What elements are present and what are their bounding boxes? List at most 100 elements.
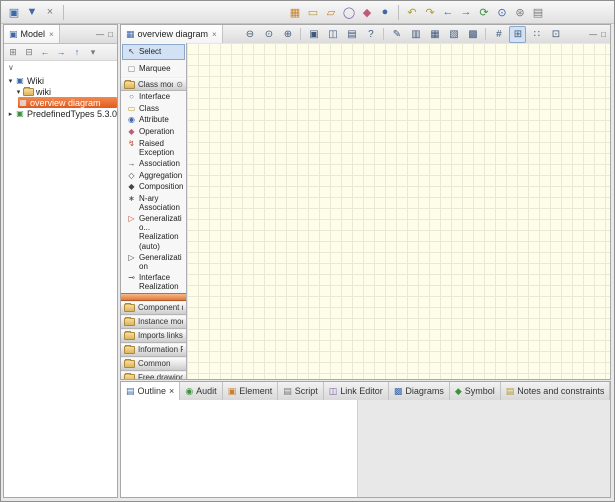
- palette-section-free-drawing[interactable]: Free drawing: [121, 371, 186, 379]
- tab-outline[interactable]: ▤ Outline ×: [121, 382, 180, 400]
- settings-icon[interactable]: ⊛: [511, 3, 529, 21]
- distribute-icon[interactable]: ▩: [464, 26, 481, 43]
- expander-icon[interactable]: ▸: [6, 110, 15, 118]
- navigate-forward-icon[interactable]: →: [457, 3, 475, 21]
- snap-to-grid-icon[interactable]: ⊞: [509, 26, 526, 43]
- delete-icon[interactable]: ×: [41, 3, 59, 21]
- palette-item-interface[interactable]: ○ Interface: [121, 91, 186, 103]
- palette-item-label: Class: [139, 104, 185, 113]
- maximize-icon[interactable]: □: [108, 30, 113, 39]
- show-grid-icon[interactable]: #: [490, 26, 507, 43]
- toolbar-separator: [398, 5, 399, 20]
- palette-item-composition[interactable]: ◆ Composition: [121, 181, 186, 193]
- palette-section-label: Common: [138, 359, 183, 368]
- tree-item-wiki-package[interactable]: ▾ wiki: [4, 86, 117, 97]
- tab-model[interactable]: ▣ Model ×: [4, 25, 60, 43]
- close-icon[interactable]: ×: [49, 30, 54, 39]
- show-guides-icon[interactable]: ∷: [528, 26, 545, 43]
- tree-item-overview-diagram[interactable]: ▦ overview diagram: [18, 97, 117, 108]
- palette-section-information-flow[interactable]: Information Flo...: [121, 343, 186, 357]
- outline-content[interactable]: [121, 400, 358, 497]
- search-icon[interactable]: ⊙: [493, 3, 511, 21]
- align-right-icon[interactable]: ▧: [445, 26, 462, 43]
- navigate-forward-icon[interactable]: →: [54, 45, 68, 59]
- zoom-original-icon[interactable]: ⊙: [260, 26, 277, 43]
- tab-overview-diagram[interactable]: ▦ overview diagram ×: [121, 25, 223, 43]
- undo-icon[interactable]: ↶: [403, 3, 421, 21]
- create-interface-icon[interactable]: ◯: [340, 3, 358, 21]
- pin-icon[interactable]: ⊙: [176, 80, 183, 89]
- refresh-icon[interactable]: ⟳: [475, 3, 493, 21]
- tree-item-predefinedtypes[interactable]: ▸ ▣ PredefinedTypes 5.3.00: [4, 108, 117, 119]
- view-menu-icon[interactable]: ▾: [86, 45, 100, 59]
- filter-chevron-icon[interactable]: ∨: [8, 63, 14, 72]
- toolbar-separator: [485, 28, 486, 40]
- palette-item-partial[interactable]: [121, 293, 186, 301]
- diagram-canvas[interactable]: [187, 43, 610, 379]
- align-center-icon[interactable]: ▦: [426, 26, 443, 43]
- palette-section-component-model[interactable]: Component mo...: [121, 301, 186, 315]
- align-left-icon[interactable]: ▥: [407, 26, 424, 43]
- copy-to-clipboard-icon[interactable]: ◫: [324, 26, 341, 43]
- close-icon[interactable]: ×: [169, 386, 174, 396]
- palette-item-raised-exception[interactable]: ↯ Raised Exception: [121, 138, 186, 158]
- palette-tool-select[interactable]: ↖ Select: [122, 44, 185, 60]
- model-panel-header: ▣ Model × — □: [4, 25, 117, 44]
- palette-section-common[interactable]: Common: [121, 357, 186, 371]
- navigate-back-icon[interactable]: ←: [38, 45, 52, 59]
- palette-item-interface-realization[interactable]: ⊸ Interface Realization: [121, 272, 186, 292]
- tab-symbol[interactable]: ◆ Symbol: [450, 382, 501, 400]
- console-icon[interactable]: ▤: [529, 3, 547, 21]
- tab-notes-and-constraints[interactable]: ▤ Notes and constraints: [501, 382, 611, 400]
- save-as-image-icon[interactable]: ▣: [305, 26, 322, 43]
- palette-item-association[interactable]: → Association: [121, 158, 186, 170]
- expander-icon[interactable]: ▾: [6, 77, 15, 85]
- palette-tool-marquee[interactable]: ▢ Marquee: [122, 61, 185, 77]
- navigate-up-icon[interactable]: ↑: [70, 45, 84, 59]
- zoom-in-icon[interactable]: ⊕: [279, 26, 296, 43]
- zoom-out-icon[interactable]: ⊖: [241, 26, 258, 43]
- tab-element[interactable]: ▣ Element: [223, 382, 279, 400]
- attribute-icon: ◉: [127, 115, 136, 125]
- palette-section-instance-model[interactable]: Instance model: [121, 315, 186, 329]
- redo-icon[interactable]: ↷: [421, 3, 439, 21]
- print-icon[interactable]: ▤: [343, 26, 360, 43]
- help-icon[interactable]: ?: [362, 26, 379, 43]
- tab-diagrams[interactable]: ▩ Diagrams: [389, 382, 450, 400]
- minimize-icon[interactable]: —: [589, 30, 597, 39]
- tab-script[interactable]: ▤ Script: [278, 382, 324, 400]
- tab-audit[interactable]: ◉ Audit: [180, 382, 222, 400]
- palette-item-nary-association[interactable]: ∗ N-ary Association: [121, 193, 186, 213]
- palette-item-attribute[interactable]: ◉ Attribute: [121, 114, 186, 126]
- minimize-icon[interactable]: —: [96, 30, 104, 39]
- create-package-icon[interactable]: ▱: [322, 3, 340, 21]
- create-operation-icon[interactable]: ◆: [358, 3, 376, 21]
- palette-item-aggregation[interactable]: ◇ Aggregation: [121, 170, 186, 182]
- maximize-icon[interactable]: □: [601, 30, 606, 39]
- palette-item-generalization-realization-auto[interactable]: ▷ Generalizatio... Realization (auto): [121, 213, 186, 252]
- diagram-palette: ↖ Select ▢ Marquee Class model ⊙ ○ Inter…: [121, 43, 187, 379]
- close-icon[interactable]: ×: [212, 30, 217, 39]
- symbol-tab-icon: ◆: [455, 386, 462, 397]
- expand-all-icon[interactable]: ⊞: [6, 45, 20, 59]
- edit-mode-icon[interactable]: ✎: [388, 26, 405, 43]
- collapse-all-icon[interactable]: ⊟: [22, 45, 36, 59]
- expander-icon[interactable]: ▾: [14, 88, 23, 96]
- palette-section-imports-links[interactable]: Imports links: [121, 329, 186, 343]
- tree-item-wiki-project[interactable]: ▾ ▣ Wiki: [4, 75, 117, 86]
- tab-link-editor[interactable]: ◫ Link Editor: [324, 382, 389, 400]
- palette-item-generalization[interactable]: ▷ Generalization: [121, 252, 186, 272]
- create-attribute-icon[interactable]: ●: [376, 3, 394, 21]
- generalization-realization-icon: ▷: [127, 214, 136, 224]
- palette-item-class[interactable]: ▭ Class: [121, 103, 186, 115]
- save-icon[interactable]: ▼: [23, 3, 41, 21]
- palette-item-operation[interactable]: ◆ Operation: [121, 126, 186, 138]
- new-model-fragment-icon[interactable]: ▣: [5, 3, 23, 21]
- model-tab-label: Model: [21, 29, 46, 39]
- create-diagram-icon[interactable]: ▦: [286, 3, 304, 21]
- create-class-icon[interactable]: ▭: [304, 3, 322, 21]
- toolbar-separator: [63, 5, 64, 20]
- fit-to-content-icon[interactable]: ⊡: [547, 26, 564, 43]
- palette-section-class-model[interactable]: Class model ⊙: [121, 77, 186, 91]
- navigate-back-icon[interactable]: ←: [439, 3, 457, 21]
